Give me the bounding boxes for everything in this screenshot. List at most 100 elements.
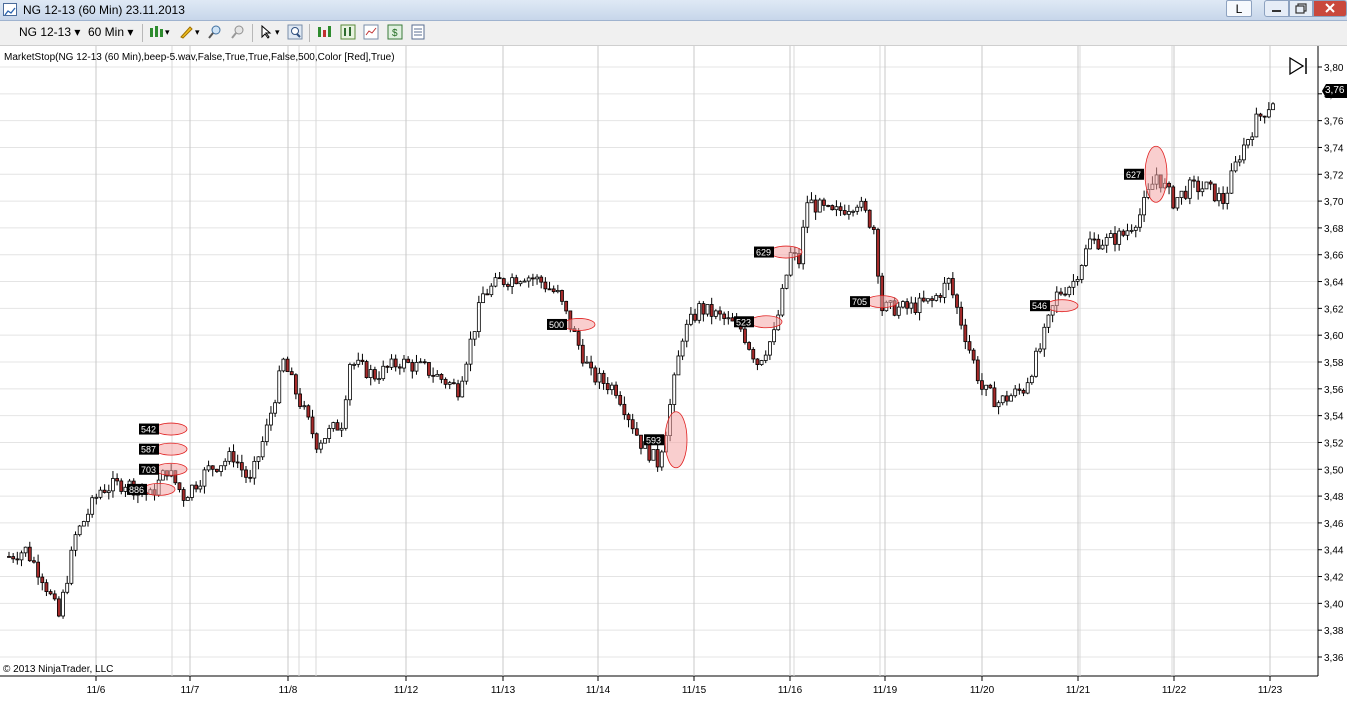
title-bar: NG 12-13 (60 Min) 23.11.2013 L [0,0,1347,21]
candle-body [1009,395,1013,402]
candle-body [822,199,826,206]
candle-body [593,367,598,383]
magnifier-icon[interactable] [287,24,303,40]
price-chart[interactable]: 3,803,783,763,743,723,703,683,663,643,62… [0,46,1347,713]
candle-body [913,302,918,313]
candle-body [851,210,855,213]
candle-body [223,460,228,467]
candle-body [1221,192,1226,204]
y-tick-label: 3,60 [1324,331,1344,342]
stop-marker-ellipse [154,462,188,476]
x-tick-label: 11/13 [491,685,516,696]
stop-marker-label: 500 [549,320,564,330]
drawing-dropdown[interactable]: ▾ [195,27,200,38]
candle-body [813,199,818,213]
candle-body [360,359,365,362]
stop-marker-ellipse [865,295,899,309]
candle-body [1271,103,1275,111]
link-button[interactable]: L [1226,0,1252,17]
scroll-to-end-button[interactable] [1288,56,1310,76]
candle-body [634,428,639,436]
candle-body [235,461,240,464]
candle-body [639,434,643,449]
candle-body [626,414,631,421]
candle-body [69,549,74,584]
candle-body [52,593,57,600]
y-tick-label: 3,48 [1324,492,1344,503]
candle-body [472,331,477,340]
stop-marker-ellipse [1144,145,1168,203]
candle-body [1133,226,1138,231]
candle-body [942,282,947,298]
x-tick-label: 11/8 [279,685,298,696]
candle-body [402,358,406,369]
candle-body [256,456,261,462]
candle-body [842,210,847,215]
candle-body [1175,197,1180,209]
candle-body [530,277,535,280]
y-tick-label: 3,38 [1324,626,1344,637]
candle-body [1196,180,1201,193]
zoom-in-icon[interactable] [207,24,223,40]
candle-body [219,465,223,472]
data-box-icon[interactable] [410,24,426,40]
candle-body [1208,181,1213,185]
candle-body [281,358,286,372]
candle-body [510,277,515,287]
chart-properties-icon[interactable] [363,24,379,40]
candle-body [298,393,302,407]
stop-marker-label: 705 [852,297,867,307]
candle-body [705,304,710,315]
candle-body [1096,238,1101,250]
candle-body [996,402,1001,408]
instrument-selector[interactable]: NG 12-13 ▾ [19,25,80,39]
indicators-icon[interactable] [340,24,356,40]
candle-body [730,317,735,322]
money-icon[interactable]: $ [387,24,403,40]
zoom-out-icon[interactable] [230,24,246,40]
candle-body [1266,109,1271,118]
candle-body [306,405,311,418]
candle-body [86,513,90,522]
chart-style-icon[interactable] [148,24,164,40]
candle-body [352,363,357,366]
pointer-icon[interactable] [258,24,274,40]
candle-body [726,317,731,320]
restore-button[interactable] [1289,0,1313,17]
x-tick-label: 11/20 [970,685,995,696]
candle-body [244,469,248,478]
toolbar-divider [142,24,143,42]
candle-body [190,484,194,498]
candle-body [81,521,86,527]
candle-body [406,358,411,363]
candle-body [946,278,951,284]
candle-body [580,344,585,364]
candle-body [1034,350,1038,377]
candle-body [451,382,456,385]
candle-body [967,341,972,351]
candle-body [506,284,510,287]
candle-body [1059,291,1063,295]
close-button[interactable] [1313,0,1347,17]
candle-body [293,374,298,395]
candle-body [1179,190,1184,198]
chart-style-dropdown[interactable]: ▾ [165,27,170,38]
candle-body [1067,286,1072,296]
candle-body [938,295,943,298]
candle-body [431,374,436,377]
candle-body [56,598,61,617]
pointer-dropdown[interactable]: ▾ [275,27,280,38]
chart-canvas[interactable]: 3,803,783,763,743,723,703,683,663,643,62… [0,46,1347,713]
plot-area[interactable] [0,46,1318,676]
interval-selector[interactable]: 60 Min ▾ [88,25,133,39]
strategies-icon[interactable] [316,24,332,40]
drawing-pen-icon[interactable] [178,24,194,40]
candle-body [1229,170,1234,194]
y-tick-label: 3,46 [1324,519,1344,530]
minimize-button[interactable] [1264,0,1289,17]
candle-body [19,552,24,561]
y-tick-label: 3,80 [1324,63,1344,74]
candle-body [1046,314,1051,328]
minimize-icon [1272,10,1281,12]
y-tick-label: 3,56 [1324,385,1344,396]
